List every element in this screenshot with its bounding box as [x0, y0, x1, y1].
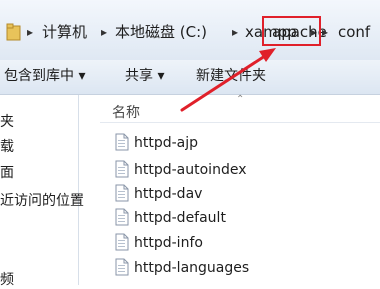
annotation-arrow-icon — [180, 48, 276, 112]
